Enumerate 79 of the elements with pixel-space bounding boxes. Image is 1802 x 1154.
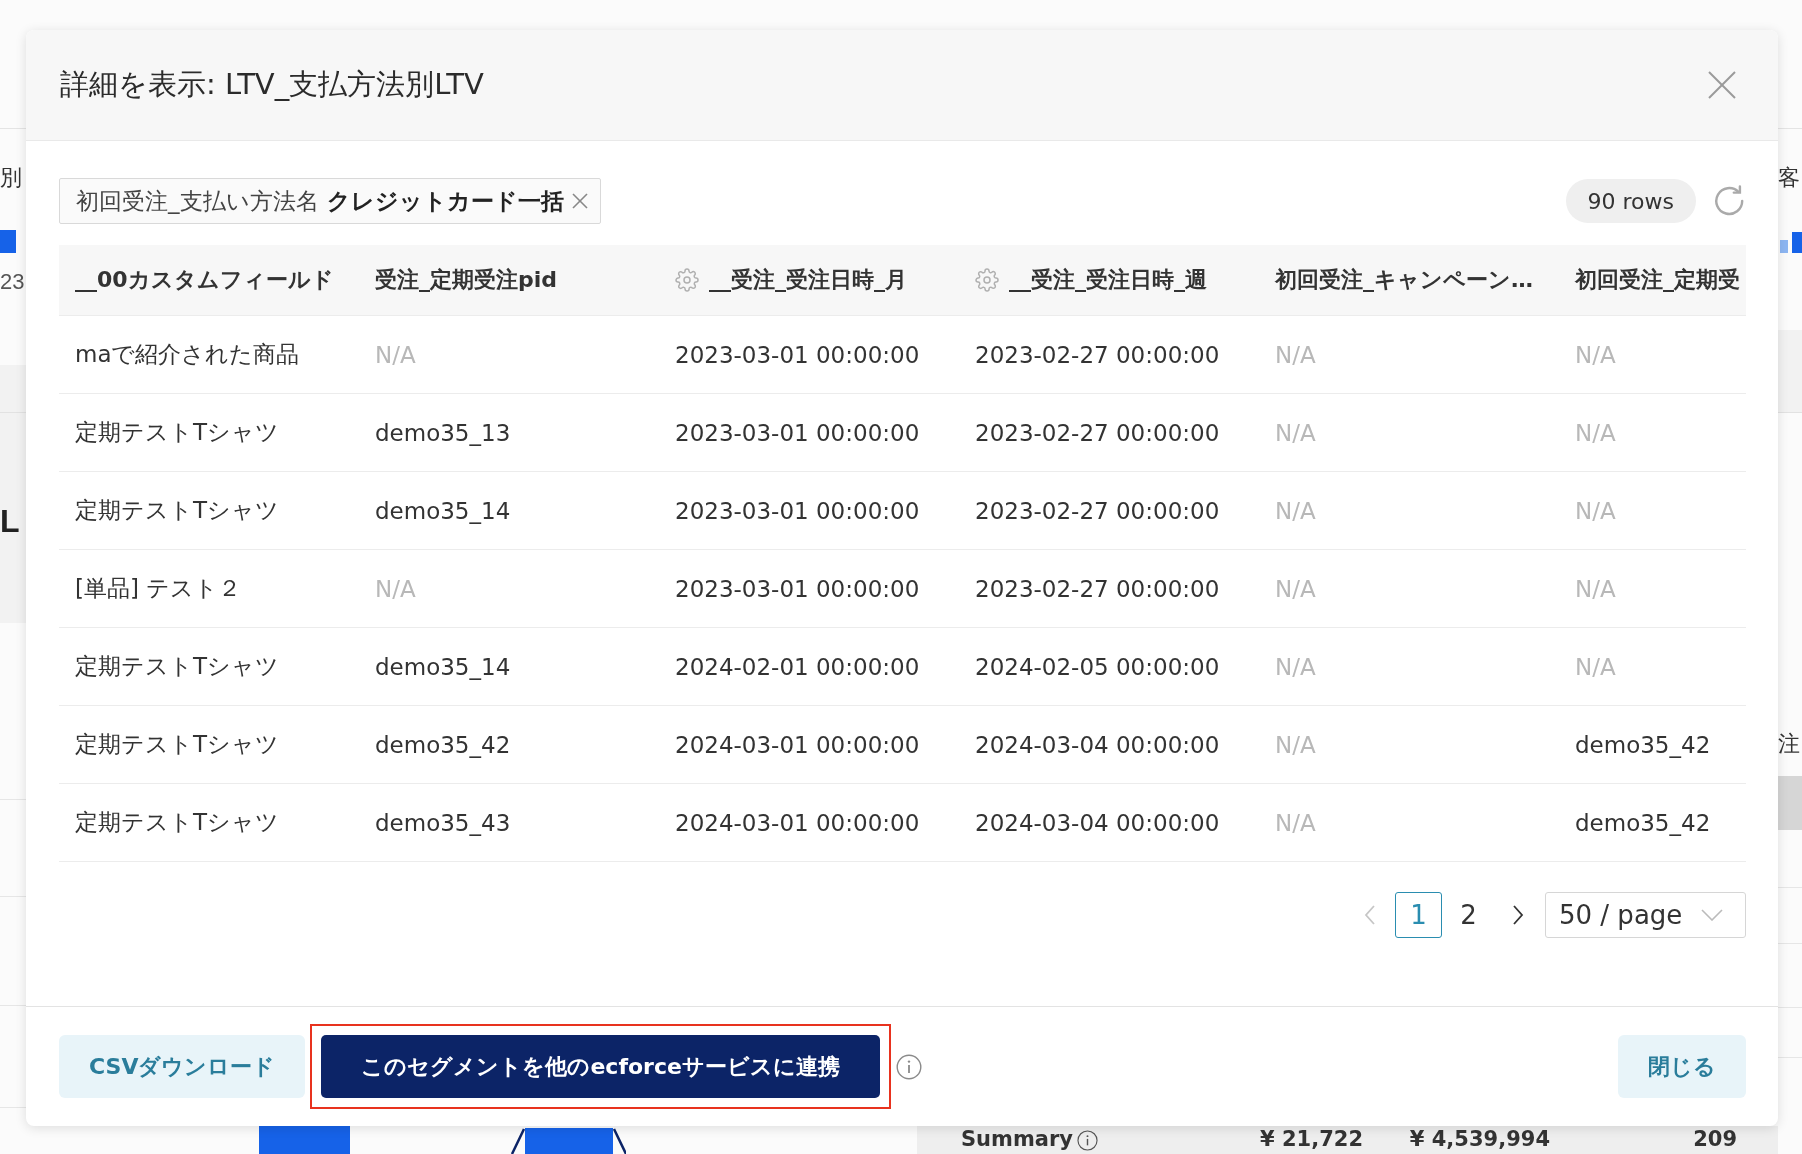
table-cell: N/A: [1275, 731, 1316, 758]
table-cell: 2023-02-27 00:00:00: [975, 575, 1220, 602]
table-cell: N/A: [1275, 341, 1316, 368]
column-header: __受注_受注日時_週: [1009, 266, 1207, 294]
table-cell: demo35_42: [375, 731, 511, 758]
chart-bar-fragment: [0, 230, 16, 253]
page-size-select[interactable]: 50 / page: [1545, 892, 1746, 938]
page-label-fragment: 客: [1778, 165, 1800, 191]
page-label-fragment: 注: [1778, 731, 1800, 757]
table-cell: 2023-03-01 00:00:00: [675, 575, 920, 602]
row-count-badge: 90 rows: [1565, 179, 1696, 223]
page-label-fragment: 別: [0, 165, 22, 191]
table-cell: 定期テストTシャツ: [75, 653, 280, 679]
summary-value: ¥ 4,539,994: [1408, 1128, 1550, 1152]
summary-value: ¥ 21,722: [1259, 1128, 1363, 1152]
table-cell: 2024-03-01 00:00:00: [675, 731, 920, 758]
column-header: 初回受注_定期受: [1575, 266, 1740, 294]
page-heading-fragment: L: [0, 503, 20, 540]
table-cell: N/A: [1575, 575, 1616, 602]
table-cell: 2023-02-27 00:00:00: [975, 341, 1220, 368]
table-cell: N/A: [1575, 341, 1616, 368]
chevron-right-icon[interactable]: [1510, 903, 1526, 927]
chevron-down-icon: [1701, 909, 1723, 921]
table-cell: N/A: [1275, 809, 1316, 836]
table-cell: 2023-02-27 00:00:00: [975, 497, 1220, 524]
page-button[interactable]: 2: [1445, 892, 1492, 938]
column-header: 受注_定期受注pid: [375, 266, 558, 294]
settings-icon[interactable]: [975, 268, 999, 292]
table-cell: 2024-03-04 00:00:00: [975, 809, 1220, 836]
table-cell: demo35_43: [375, 809, 511, 836]
table-cell: 2023-03-01 00:00:00: [675, 419, 920, 446]
table-cell: 2024-02-05 00:00:00: [975, 653, 1220, 680]
table-cell: 2024-02-01 00:00:00: [675, 653, 920, 680]
column-header: __受注_受注日時_月: [709, 266, 907, 294]
column-header: 初回受注_キャンペーン…: [1275, 266, 1533, 294]
page-number-fragment: 23: [0, 269, 25, 295]
filter-value: クレジットカード一括: [326, 186, 564, 216]
table-cell: 2024-03-04 00:00:00: [975, 731, 1220, 758]
table-cell: demo35_42: [1575, 731, 1711, 758]
table-cell: 定期テストTシャツ: [75, 809, 280, 835]
table-cell: 定期テストTシャツ: [75, 419, 280, 445]
settings-icon[interactable]: [675, 268, 699, 292]
table-cell: 2023-02-27 00:00:00: [975, 419, 1220, 446]
table-cell: [単品] テスト２: [75, 575, 242, 601]
bar-chart-fragment: [1778, 230, 1802, 253]
info-icon: [1077, 1129, 1099, 1151]
table-cell: demo35_14: [375, 497, 511, 524]
table-cell: demo35_14: [375, 653, 511, 680]
table-cell: 2024-03-01 00:00:00: [675, 809, 920, 836]
table-cell: N/A: [1275, 653, 1316, 680]
table-cell: 定期テストTシャツ: [75, 731, 280, 757]
close-icon[interactable]: [571, 193, 588, 209]
table-cell: N/A: [1275, 419, 1316, 446]
panel-fragment: [1778, 776, 1802, 830]
table-cell: N/A: [1575, 653, 1616, 680]
table-cell: N/A: [375, 575, 416, 602]
table-cell: N/A: [1275, 497, 1316, 524]
table-cell: N/A: [1575, 497, 1616, 524]
info-icon[interactable]: [895, 1053, 922, 1080]
refresh-icon[interactable]: [1714, 185, 1746, 217]
segment-link-button[interactable]: このセグメントを他のecforceサービスに連携: [321, 1035, 880, 1098]
table-cell: 2023-03-01 00:00:00: [675, 341, 920, 368]
csv-download-button[interactable]: CSVダウンロード: [59, 1035, 306, 1098]
table-cell: 2023-03-01 00:00:00: [675, 497, 920, 524]
dialog-title: 詳細を表示: LTV_支払方法別LTV: [60, 66, 484, 103]
table-cell: demo35_13: [375, 419, 511, 446]
column-header: __00カスタムフィールド: [75, 266, 334, 294]
filter-field: 初回受注_支払い方法名: [76, 185, 319, 217]
summary-label: Summary: [961, 1128, 1074, 1152]
table-cell: N/A: [375, 341, 416, 368]
table-cell: N/A: [1575, 419, 1616, 446]
table-cell: maで紹介された商品: [75, 341, 300, 367]
close-button[interactable]: 閉じる: [1618, 1035, 1746, 1098]
summary-value: 209: [1692, 1128, 1737, 1152]
table-cell: demo35_42: [1575, 809, 1711, 836]
close-icon[interactable]: [1707, 70, 1737, 100]
table-cell: 定期テストTシャツ: [75, 497, 280, 523]
page-button[interactable]: 1: [1395, 892, 1442, 938]
table-cell: N/A: [1275, 575, 1316, 602]
